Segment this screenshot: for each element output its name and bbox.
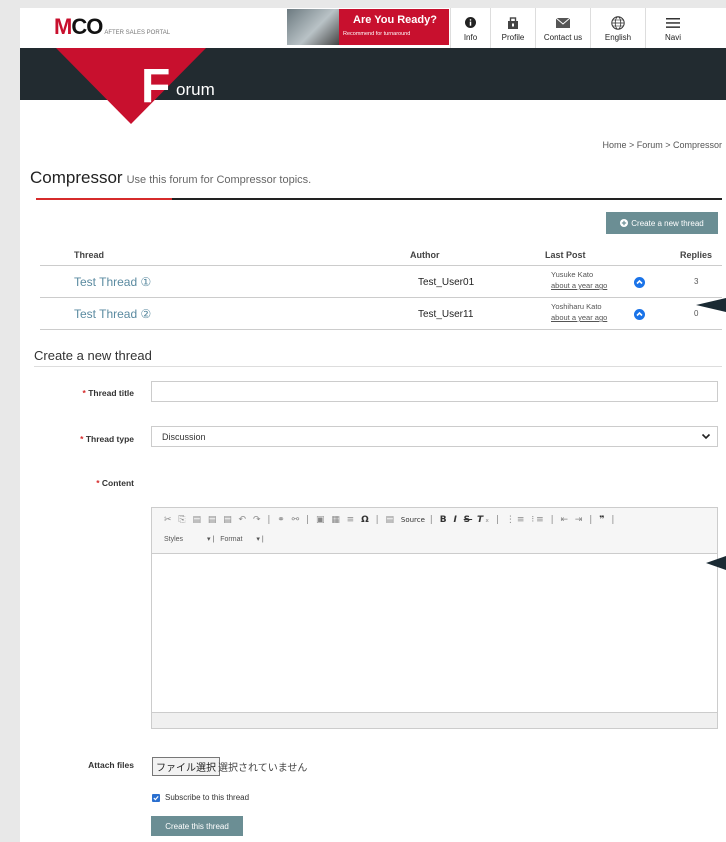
go-to-post-icon[interactable]: [634, 309, 645, 320]
thread-type-select[interactable]: Discussion: [151, 426, 718, 447]
profile-icon: [507, 15, 519, 31]
last-post-time[interactable]: about a year ago: [551, 281, 607, 290]
editor-toolbar-dropdowns: Styles ▾ | Format ▾ |: [164, 535, 264, 543]
thread-type-label: * Thread type: [80, 434, 134, 444]
page-heading: Compressor Use this forum for Compressor …: [30, 168, 311, 188]
page-description: Use this forum for Compressor topics.: [126, 174, 312, 186]
create-this-thread-button[interactable]: Create this thread: [151, 816, 243, 836]
table-row: Test Thread ① Test_User01 Yusuke Kato ab…: [40, 267, 722, 298]
editor-toolbar-icons[interactable]: ✂ ⎘ ▤ ▤ ▤ ↶ ↷ | ⚭ ⚯ | ▣ ▦ ≡ Ω | ▤ Source…: [164, 515, 616, 525]
mail-icon: [556, 15, 570, 31]
thread-link[interactable]: Test Thread ①: [74, 275, 151, 289]
thread-title-label: * Thread title: [82, 388, 134, 398]
nav-contact[interactable]: Contact us: [535, 8, 590, 48]
banner-title: Are You Ready?: [353, 14, 437, 26]
subscribe-option[interactable]: Subscribe to this thread: [152, 793, 249, 802]
site-logo[interactable]: MCO AFTER SALES PORTAL: [54, 14, 170, 40]
globe-icon: [611, 15, 625, 31]
col-last-post[interactable]: Last Post: [545, 250, 586, 260]
title-divider: [36, 198, 722, 200]
annotation-arrow-icon: [706, 556, 726, 570]
page-title: Compressor: [30, 168, 123, 187]
file-status: 選択されていません: [218, 763, 308, 774]
rich-text-editor[interactable]: ✂ ⎘ ▤ ▤ ▤ ↶ ↷ | ⚭ ⚯ | ▣ ▦ ≡ Ω | ▤ Source…: [151, 507, 718, 729]
attach-files-label: Attach files: [88, 760, 134, 770]
title-divider-accent: [36, 198, 172, 200]
col-author[interactable]: Author: [410, 250, 440, 260]
logo-text-rest: CO: [71, 14, 103, 39]
banner-subtitle: Recommend for turnaround: [343, 31, 411, 37]
thread-table-header: Thread Author Last Post Replies: [40, 248, 722, 266]
format-dropdown[interactable]: Format: [220, 536, 242, 543]
create-thread-button[interactable]: Create a new thread: [606, 212, 718, 234]
form-divider: [34, 366, 722, 367]
go-to-post-icon[interactable]: [634, 277, 645, 288]
logo-subtitle: AFTER SALES PORTAL: [104, 30, 171, 36]
col-thread[interactable]: Thread: [74, 250, 104, 260]
thread-type-value: Discussion: [162, 432, 206, 442]
subscribe-label: Subscribe to this thread: [165, 793, 250, 802]
subscribe-checkbox[interactable]: [152, 793, 160, 802]
nav-label: Navi: [664, 32, 681, 42]
breadcrumb[interactable]: Home > Forum > Compressor: [602, 140, 722, 150]
table-row: Test Thread ② Test_User11 Yoshiharu Kato…: [40, 299, 722, 330]
editor-toolbar: ✂ ⎘ ▤ ▤ ▤ ↶ ↷ | ⚭ ⚯ | ▣ ▦ ≡ Ω | ▤ Source…: [152, 508, 717, 554]
source-button: Source: [400, 516, 425, 524]
banner-photo: [287, 9, 339, 45]
nav-label: English: [604, 32, 632, 42]
logo-text: M: [54, 14, 72, 39]
section-letter: F: [141, 60, 170, 113]
thread-author: Test_User11: [418, 309, 474, 320]
reply-count: 3: [694, 277, 699, 286]
section-title: orum: [176, 80, 215, 99]
last-post-user: Yoshiharu Kato: [551, 302, 602, 311]
info-icon: [465, 15, 476, 31]
nav-info[interactable]: Info: [450, 8, 490, 48]
nav-profile[interactable]: Profile: [490, 8, 535, 48]
content-label: * Content: [96, 478, 134, 488]
header-nav: Info Profile Contact us English Navi: [450, 8, 700, 48]
col-replies[interactable]: Replies: [680, 250, 712, 260]
promo-banner[interactable]: Are You Ready? Recommend for turnaround: [287, 9, 449, 45]
chevron-down-icon: [701, 433, 711, 440]
create-thread-label: Create a new thread: [631, 218, 704, 228]
last-post-user: Yusuke Kato: [551, 270, 594, 279]
thread-link[interactable]: Test Thread ②: [74, 307, 151, 321]
dropdown-caret: ▾ |: [256, 536, 264, 543]
nav-label: Contact us: [543, 32, 583, 42]
thread-title-input[interactable]: [151, 381, 718, 402]
top-header: MCO AFTER SALES PORTAL Are You Ready? Rec…: [20, 8, 726, 48]
choose-file-button[interactable]: ファイル選択: [152, 757, 220, 776]
annotation-arrow-icon: [696, 298, 726, 312]
nav-label: Info: [463, 32, 478, 42]
plus-circle-icon: [620, 219, 629, 227]
dropdown-caret: ▾ |: [207, 536, 215, 543]
editor-statusbar: [152, 712, 717, 728]
form-heading: Create a new thread: [34, 348, 152, 363]
nav-label: Profile: [501, 32, 525, 42]
menu-icon: [666, 15, 680, 31]
nav-language[interactable]: English: [590, 8, 645, 48]
forum-page: MCO AFTER SALES PORTAL Are You Ready? Rec…: [20, 8, 726, 842]
last-post-time[interactable]: about a year ago: [551, 313, 607, 322]
thread-author: Test_User01: [418, 277, 475, 288]
nav-menu[interactable]: Navi: [645, 8, 700, 48]
styles-dropdown[interactable]: Styles: [164, 536, 183, 543]
